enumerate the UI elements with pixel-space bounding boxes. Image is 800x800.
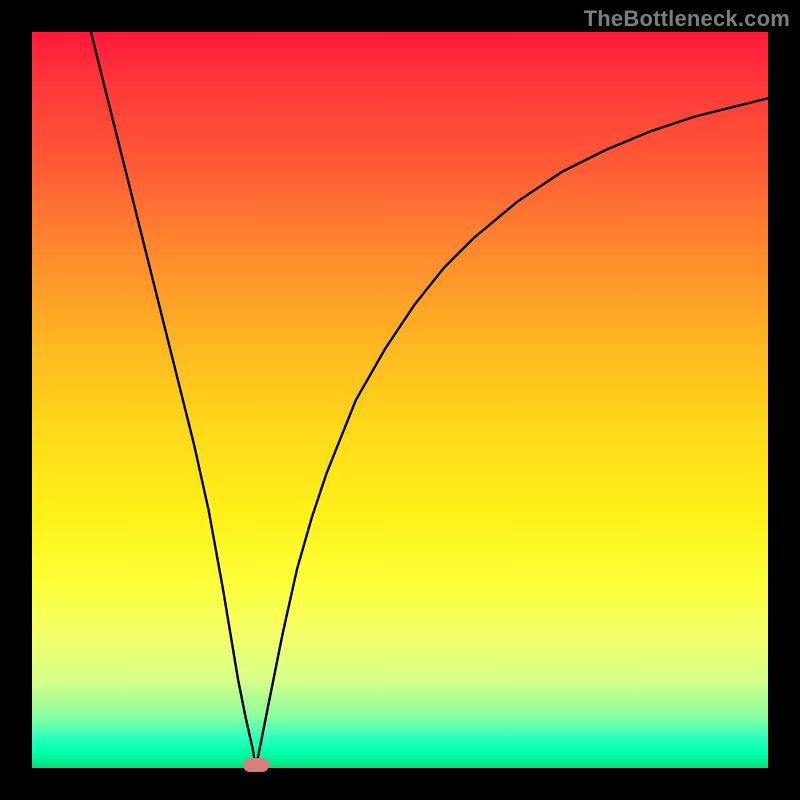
optimal-point-marker: [243, 758, 269, 772]
watermark-text: TheBottleneck.com: [584, 6, 790, 32]
chart-frame: TheBottleneck.com: [0, 0, 800, 800]
bottleneck-curve: [32, 32, 768, 768]
